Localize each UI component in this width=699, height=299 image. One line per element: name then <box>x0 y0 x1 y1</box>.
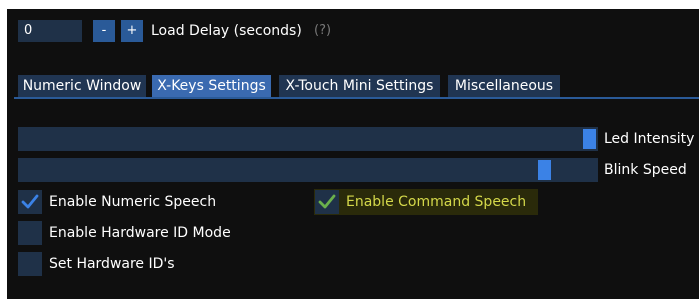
numeric-speech-label: Enable Numeric Speech <box>49 194 217 210</box>
blink-speed-slider[interactable] <box>18 158 598 182</box>
set-hardware-ids-checkbox[interactable] <box>18 252 42 276</box>
load-delay-help-marker[interactable]: (?) <box>314 23 331 38</box>
tab-x-keys-settings[interactable]: X-Keys Settings <box>152 75 271 97</box>
checkmark-icon <box>21 194 39 209</box>
load-delay-increment-button[interactable]: + <box>121 20 143 42</box>
load-delay-input[interactable]: 0 <box>18 20 82 42</box>
tab-bar-underline <box>14 97 699 99</box>
tab-x-touch-mini-settings[interactable]: X-Touch Mini Settings <box>279 75 440 97</box>
blink-speed-slider-grab[interactable] <box>538 160 551 180</box>
settings-panel: 0 - + Load Delay (seconds) (?) Numeric W… <box>7 9 699 299</box>
led-intensity-slider-grab[interactable] <box>583 129 596 149</box>
numeric-speech-checkbox[interactable] <box>18 190 42 214</box>
led-intensity-slider[interactable] <box>18 127 598 151</box>
tab-numeric-window[interactable]: Numeric Window <box>18 75 146 97</box>
set-hardware-ids-label: Set Hardware ID's <box>49 256 175 272</box>
blink-speed-label: Blink Speed <box>604 162 687 178</box>
command-speech-checkbox[interactable] <box>315 190 339 214</box>
load-delay-label: Load Delay (seconds) <box>151 23 302 39</box>
hardware-id-mode-label: Enable Hardware ID Mode <box>49 225 231 241</box>
load-delay-decrement-button[interactable]: - <box>93 20 115 42</box>
led-intensity-label: Led Intensity <box>604 131 695 147</box>
hardware-id-mode-checkbox[interactable] <box>18 221 42 245</box>
checkmark-icon <box>318 194 336 209</box>
command-speech-label: Enable Command Speech <box>346 194 527 210</box>
tab-miscellaneous[interactable]: Miscellaneous <box>448 75 560 97</box>
